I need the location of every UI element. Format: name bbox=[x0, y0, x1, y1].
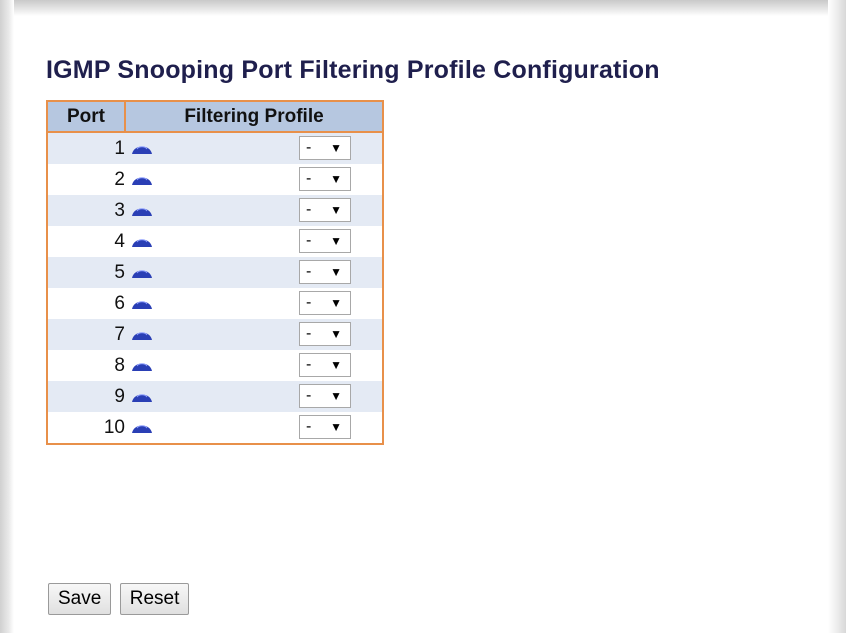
port-number: 8 bbox=[47, 350, 125, 381]
table-row: 3- ▼ bbox=[47, 195, 383, 226]
profile-select[interactable]: - ▼ bbox=[299, 136, 351, 160]
port-number: 2 bbox=[47, 164, 125, 195]
profile-cell: - ▼ bbox=[125, 319, 383, 350]
chevron-down-icon: ▼ bbox=[330, 234, 342, 248]
reset-button[interactable]: Reset bbox=[119, 583, 190, 615]
profile-select[interactable]: - ▼ bbox=[299, 198, 351, 222]
eye-icon[interactable] bbox=[131, 266, 153, 279]
profile-select[interactable]: - ▼ bbox=[299, 353, 351, 377]
action-buttons: Save Reset bbox=[48, 583, 193, 615]
eye-icon[interactable] bbox=[131, 235, 153, 248]
port-number: 9 bbox=[47, 381, 125, 412]
table-row: 9- ▼ bbox=[47, 381, 383, 412]
table-row: 4- ▼ bbox=[47, 226, 383, 257]
port-number: 7 bbox=[47, 319, 125, 350]
filtering-profile-table: Port Filtering Profile 1- ▼ 2- ▼ 3- ▼ 4- ▼ 5- ▼ 6-… bbox=[46, 100, 384, 445]
table-row: 10- ▼ bbox=[47, 412, 383, 444]
profile-select[interactable]: - ▼ bbox=[299, 415, 351, 439]
profile-select[interactable]: - ▼ bbox=[299, 384, 351, 408]
table-row: 5- ▼ bbox=[47, 257, 383, 288]
profile-select[interactable]: - ▼ bbox=[299, 322, 351, 346]
chevron-down-icon: ▼ bbox=[330, 141, 342, 155]
profile-select-value: - bbox=[306, 263, 312, 280]
profile-column-header: Filtering Profile bbox=[124, 101, 384, 133]
profile-cell: - ▼ bbox=[125, 257, 383, 288]
config-panel: IGMP Snooping Port Filtering Profile Con… bbox=[46, 56, 660, 445]
profile-select-value: - bbox=[306, 325, 312, 342]
profile-select-value: - bbox=[306, 356, 312, 373]
table-row: 1- ▼ bbox=[47, 132, 383, 164]
page-title: IGMP Snooping Port Filtering Profile Con… bbox=[46, 56, 660, 84]
port-number: 5 bbox=[47, 257, 125, 288]
frame-shadow-right bbox=[828, 0, 846, 633]
chevron-down-icon: ▼ bbox=[330, 296, 342, 310]
table-row: 7- ▼ bbox=[47, 319, 383, 350]
profile-select[interactable]: - ▼ bbox=[299, 229, 351, 253]
profile-cell: - ▼ bbox=[125, 195, 383, 226]
table-row: 6- ▼ bbox=[47, 288, 383, 319]
chevron-down-icon: ▼ bbox=[330, 358, 342, 372]
table-header-row: Port Filtering Profile bbox=[46, 101, 384, 133]
eye-icon[interactable] bbox=[131, 142, 153, 155]
frame-shadow-top bbox=[0, 0, 846, 16]
port-number: 1 bbox=[47, 132, 125, 164]
profile-select-value: - bbox=[306, 418, 312, 435]
eye-icon[interactable] bbox=[131, 173, 153, 186]
chevron-down-icon: ▼ bbox=[330, 327, 342, 341]
profile-select[interactable]: - ▼ bbox=[299, 291, 351, 315]
profile-select-value: - bbox=[306, 294, 312, 311]
profile-cell: - ▼ bbox=[125, 350, 383, 381]
port-number: 6 bbox=[47, 288, 125, 319]
profile-cell: - ▼ bbox=[125, 164, 383, 195]
profile-select-value: - bbox=[306, 170, 312, 187]
eye-icon[interactable] bbox=[131, 359, 153, 372]
page-frame: IGMP Snooping Port Filtering Profile Con… bbox=[0, 0, 846, 633]
table-row: 2- ▼ bbox=[47, 164, 383, 195]
eye-icon[interactable] bbox=[131, 421, 153, 434]
eye-icon[interactable] bbox=[131, 204, 153, 217]
port-column-header: Port bbox=[46, 101, 126, 133]
profile-select[interactable]: - ▼ bbox=[299, 260, 351, 284]
profile-select-value: - bbox=[306, 201, 312, 218]
profile-cell: - ▼ bbox=[125, 412, 383, 444]
eye-icon[interactable] bbox=[131, 297, 153, 310]
chevron-down-icon: ▼ bbox=[330, 203, 342, 217]
chevron-down-icon: ▼ bbox=[330, 389, 342, 403]
chevron-down-icon: ▼ bbox=[330, 420, 342, 434]
profile-select[interactable]: - ▼ bbox=[299, 167, 351, 191]
frame-shadow-left bbox=[0, 0, 14, 633]
profile-select-value: - bbox=[306, 232, 312, 249]
profile-cell: - ▼ bbox=[125, 226, 383, 257]
port-number: 3 bbox=[47, 195, 125, 226]
profile-cell: - ▼ bbox=[125, 381, 383, 412]
profile-cell: - ▼ bbox=[125, 132, 383, 164]
profile-select-value: - bbox=[306, 387, 312, 404]
table-row: 8- ▼ bbox=[47, 350, 383, 381]
chevron-down-icon: ▼ bbox=[330, 172, 342, 186]
save-button[interactable]: Save bbox=[48, 583, 112, 615]
port-number: 10 bbox=[47, 412, 125, 444]
eye-icon[interactable] bbox=[131, 328, 153, 341]
profile-select-value: - bbox=[306, 139, 312, 156]
profile-cell: - ▼ bbox=[125, 288, 383, 319]
port-number: 4 bbox=[47, 226, 125, 257]
eye-icon[interactable] bbox=[131, 390, 153, 403]
chevron-down-icon: ▼ bbox=[330, 265, 342, 279]
